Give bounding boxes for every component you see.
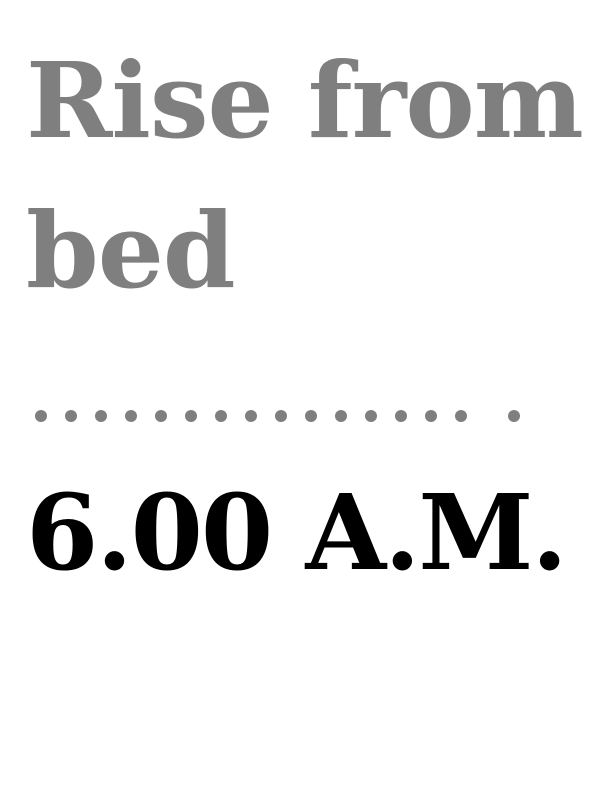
leader-dot (455, 410, 467, 422)
leader-dot (245, 410, 257, 422)
leader-dot (335, 410, 347, 422)
leader-dot (395, 410, 407, 422)
schedule-page: Rise from bed 6.00 A.M. (0, 0, 600, 800)
leader-dot (65, 410, 77, 422)
leader-dot (125, 410, 137, 422)
leader-dot (508, 410, 520, 422)
leader-dot (215, 410, 227, 422)
leader-dot (155, 410, 167, 422)
leader-dot (35, 410, 47, 422)
leader-dot (305, 410, 317, 422)
leader-dot (275, 410, 287, 422)
activity-label: Rise from bed (26, 39, 584, 312)
time-value: 6.00 A.M. (26, 471, 568, 594)
leader-dot (365, 410, 377, 422)
dotted-leader (35, 410, 520, 422)
leader-dot (425, 410, 437, 422)
leader-dot (95, 410, 107, 422)
leader-dot (185, 410, 197, 422)
